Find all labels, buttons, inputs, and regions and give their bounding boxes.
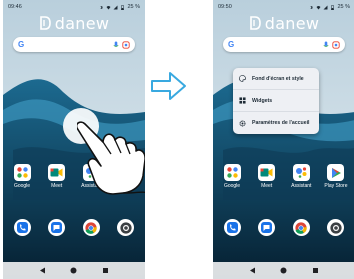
google-g-icon: G	[18, 40, 25, 49]
menu-item-label: Fond d'écran et style	[252, 75, 304, 82]
app-label: Meet	[51, 183, 63, 189]
play-store-icon	[327, 164, 345, 181]
danew-logo-icon	[249, 16, 261, 30]
bluetooth-icon	[100, 4, 104, 10]
dock-messages[interactable]	[42, 219, 72, 236]
app-row: Google Meet Assistant Play Store	[217, 164, 351, 189]
microphone-icon[interactable]	[113, 41, 119, 49]
menu-item-wallpaper-style[interactable]: Fond d'écran et style	[233, 68, 319, 90]
google-search-bar[interactable]: G	[223, 37, 345, 52]
phone-icon	[13, 219, 31, 236]
dock-phone[interactable]	[217, 219, 247, 236]
brand-name: danew	[264, 13, 320, 33]
phone-screen-before: 09:46 25 % danew G Google Meet Assistant	[3, 0, 145, 279]
home-icon[interactable]	[70, 267, 77, 274]
google-g-icon: G	[228, 40, 235, 49]
status-time: 09:50	[218, 4, 232, 10]
dock-chrome[interactable]	[286, 219, 316, 236]
app-google-folder[interactable]: Google	[217, 164, 247, 189]
dock	[217, 219, 351, 236]
chrome-icon	[292, 219, 310, 236]
app-label: Assistant	[291, 183, 312, 189]
transition-arrow-icon	[151, 72, 186, 100]
back-icon[interactable]	[39, 267, 46, 274]
wifi-icon	[106, 5, 111, 9]
app-label: Play Store	[324, 183, 348, 189]
app-label: Google	[223, 183, 241, 189]
google-search-bar[interactable]: G	[13, 37, 135, 52]
danew-logo-icon	[39, 16, 51, 30]
settings-gear-icon	[239, 120, 246, 126]
dock-camera[interactable]	[111, 219, 141, 236]
home-icon[interactable]	[280, 267, 287, 274]
google-lens-icon[interactable]	[332, 40, 340, 49]
meet-icon	[258, 164, 276, 181]
palette-icon	[239, 75, 246, 82]
phone-icon	[223, 219, 241, 236]
microphone-icon[interactable]	[323, 41, 329, 49]
battery-percent: 25 %	[127, 4, 140, 10]
menu-item-widgets[interactable]: Widgets	[233, 90, 319, 112]
home-long-press-menu: Fond d'écran et style Widgets Paramètres…	[233, 68, 319, 134]
meet-icon	[48, 164, 66, 181]
menu-item-label: Widgets	[252, 97, 273, 104]
battery-icon	[121, 5, 125, 10]
menu-item-home-settings[interactable]: Paramètres de l'accueil	[233, 112, 319, 134]
assistant-icon	[292, 164, 310, 181]
app-google-folder[interactable]: Google	[7, 164, 37, 189]
navigation-bar	[3, 262, 145, 279]
signal-icon	[113, 5, 118, 9]
status-time: 09:46	[8, 4, 22, 10]
app-assistant[interactable]: Assistant	[286, 164, 316, 189]
app-label: Google	[13, 183, 31, 189]
camera-icon	[327, 219, 345, 236]
widgets-icon	[239, 97, 246, 104]
status-bar: 09:50 25 %	[213, 0, 354, 14]
app-label: Meet	[261, 183, 273, 189]
wifi-icon	[316, 5, 321, 9]
battery-icon	[331, 5, 335, 10]
messages-icon	[48, 219, 66, 236]
messages-icon	[258, 219, 276, 236]
google-lens-icon[interactable]	[122, 40, 130, 49]
dock-camera[interactable]	[321, 219, 351, 236]
chrome-icon	[82, 219, 100, 236]
camera-icon	[117, 219, 135, 236]
navigation-bar	[213, 262, 354, 279]
dock-phone[interactable]	[7, 219, 37, 236]
dock-chrome[interactable]	[76, 219, 106, 236]
app-meet[interactable]: Meet	[252, 164, 282, 189]
app-meet[interactable]: Meet	[42, 164, 72, 189]
recents-icon[interactable]	[102, 267, 109, 274]
google-folder-icon	[13, 164, 31, 181]
brand-logo: danew	[3, 13, 145, 33]
recents-icon[interactable]	[312, 267, 319, 274]
brand-name: danew	[54, 13, 110, 33]
brand-logo: danew	[213, 13, 354, 33]
bluetooth-icon	[310, 4, 314, 10]
battery-percent: 25 %	[337, 4, 350, 10]
dock	[7, 219, 141, 236]
back-icon[interactable]	[249, 267, 256, 274]
dock-messages[interactable]	[252, 219, 282, 236]
hand-pointer-icon	[77, 121, 145, 195]
app-play-store[interactable]: Play Store	[321, 164, 351, 189]
phone-screen-after: 09:50 25 % danew G Fond d'écran et style…	[213, 0, 354, 279]
signal-icon	[323, 5, 328, 9]
status-bar: 09:46 25 %	[3, 0, 145, 14]
google-folder-icon	[223, 164, 241, 181]
menu-item-label: Paramètres de l'accueil	[252, 120, 310, 126]
